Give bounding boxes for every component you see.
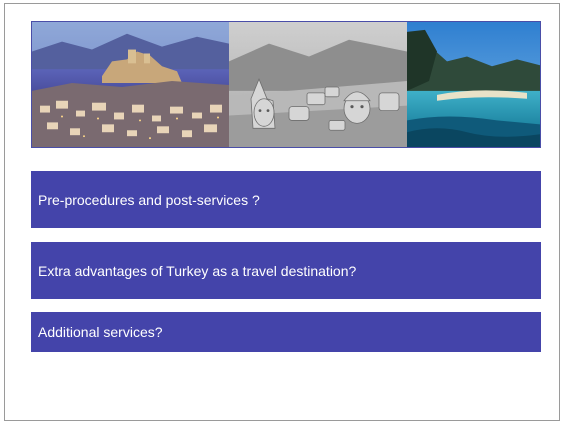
slide: Pre-procedures and post-services ? Extra…: [4, 3, 560, 421]
question-additional-services: Additional services?: [31, 312, 541, 352]
question-pre-procedures-text: Pre-procedures and post-services ?: [38, 191, 260, 208]
harbor-castle-photo: [32, 22, 229, 147]
photo-strip: [31, 21, 541, 148]
ancient-stone-heads-photo: [229, 22, 407, 147]
question-additional-services-text: Additional services?: [38, 324, 163, 340]
question-turkey-advantages: Extra advantages of Turkey as a travel d…: [31, 242, 541, 299]
question-turkey-advantages-text: Extra advantages of Turkey as a travel d…: [38, 262, 357, 279]
question-pre-procedures: Pre-procedures and post-services ?: [31, 171, 541, 228]
lagoon-beach-photo: [407, 22, 540, 147]
